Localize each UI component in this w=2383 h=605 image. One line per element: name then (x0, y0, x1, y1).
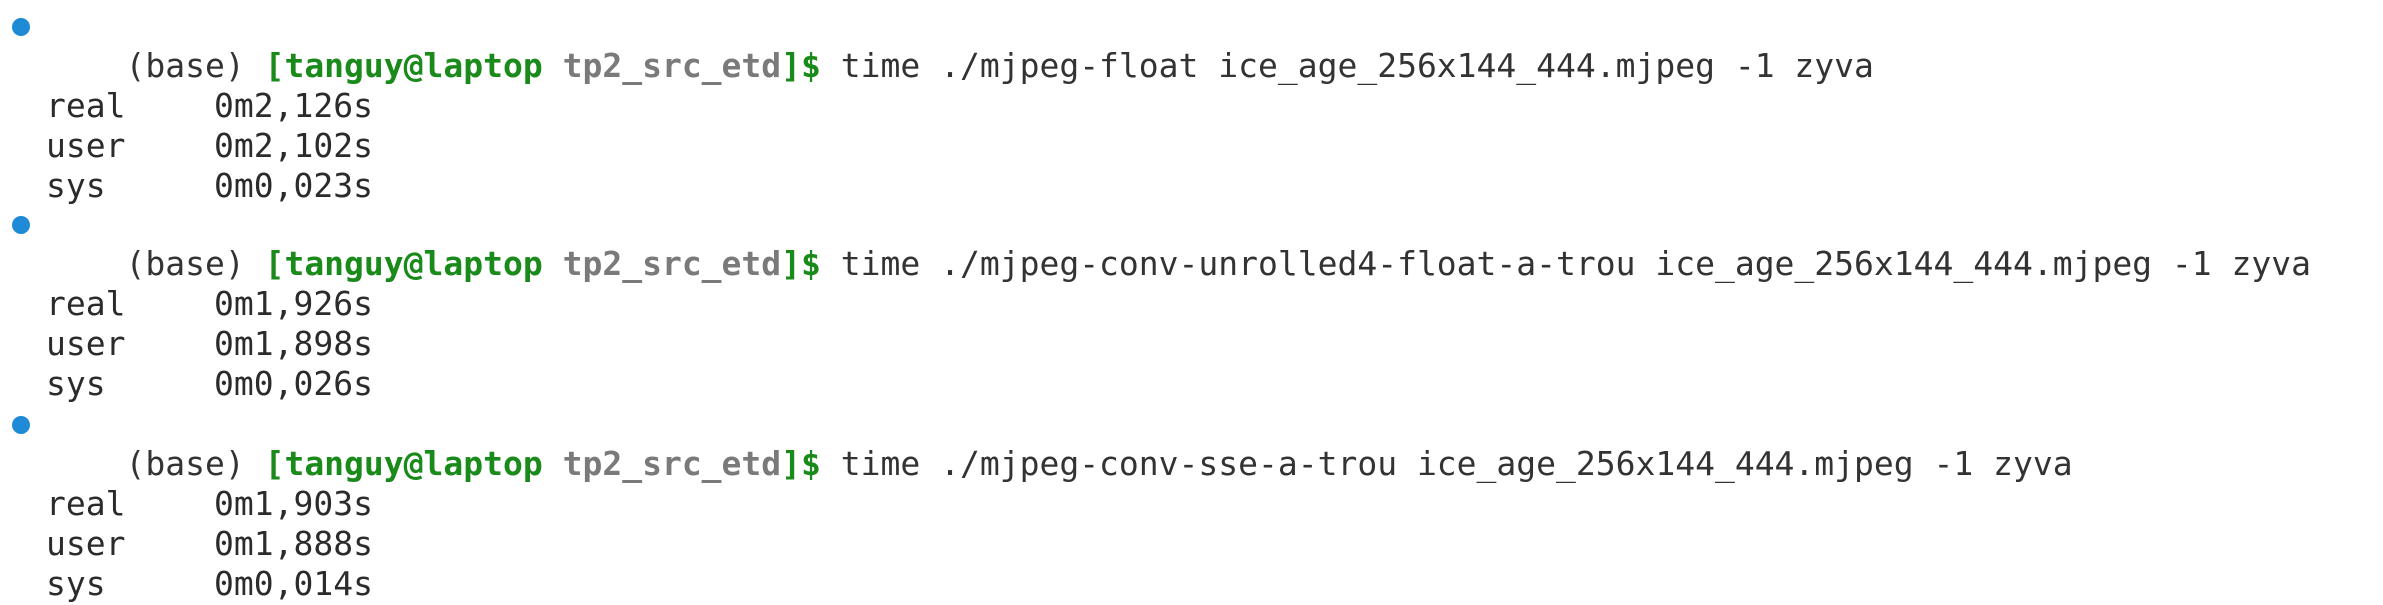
timing-value: 0m0,026s (214, 364, 373, 403)
timing-value: 0m2,102s (214, 126, 373, 165)
command-prompt-line: (base) [tanguy@laptop tp2_src_etd]$ time… (0, 204, 2311, 283)
command-status-dot-icon[interactable] (12, 416, 30, 434)
timing-label: sys (46, 364, 106, 403)
user-host: [tanguy@laptop (264, 244, 543, 283)
prompt-symbol: ]$ (781, 46, 821, 85)
timing-label: sys (46, 166, 106, 205)
timing-sys-line: sys 0m0,014s (0, 564, 373, 604)
timing-value: 0m0,014s (214, 564, 373, 603)
timing-real-line: real 0m1,926s (0, 284, 373, 324)
timing-label: user (46, 524, 126, 563)
command-prompt-line: (base) [tanguy@laptop tp2_src_etd]$ time… (0, 404, 2073, 483)
timing-value: 0m1,926s (214, 284, 373, 323)
command-status-dot-icon[interactable] (12, 216, 30, 234)
current-directory: tp2_src_etd (562, 244, 782, 283)
timing-real-line: real 0m2,126s (0, 86, 373, 126)
timing-value: 0m1,888s (214, 524, 373, 563)
timing-value: 0m0,023s (214, 166, 373, 205)
user-host: [tanguy@laptop (264, 444, 543, 483)
timing-value: 0m1,898s (214, 324, 373, 363)
current-directory: tp2_src_etd (562, 46, 782, 85)
terminal-output[interactable]: (base) [tanguy@laptop tp2_src_etd]$ time… (0, 0, 2383, 605)
prompt-symbol: ]$ (781, 244, 821, 283)
timing-user-line: user 0m2,102s (0, 126, 373, 166)
timing-user-line: user 0m1,888s (0, 524, 373, 564)
timing-value: 0m2,126s (214, 86, 373, 125)
current-directory: tp2_src_etd (562, 444, 782, 483)
user-host: [tanguy@laptop (264, 46, 543, 85)
timing-label: sys (46, 564, 106, 603)
timing-label: real (46, 484, 126, 523)
timing-value: 0m1,903s (214, 484, 373, 523)
conda-env-label: (base) (125, 244, 245, 283)
command-text: time ./mjpeg-conv-unrolled4-float-a-trou… (840, 244, 2311, 283)
timing-label: user (46, 126, 126, 165)
timing-label: real (46, 86, 126, 125)
timing-sys-line: sys 0m0,023s (0, 166, 373, 206)
conda-env-label: (base) (125, 46, 245, 85)
timing-real-line: real 0m1,903s (0, 484, 373, 524)
conda-env-label: (base) (125, 444, 245, 483)
timing-sys-line: sys 0m0,026s (0, 364, 373, 404)
command-prompt-line: (base) [tanguy@laptop tp2_src_etd]$ time… (0, 6, 1874, 85)
timing-label: user (46, 324, 126, 363)
timing-label: real (46, 284, 126, 323)
timing-user-line: user 0m1,898s (0, 324, 373, 364)
command-text: time ./mjpeg-conv-sse-a-trou ice_age_256… (840, 444, 2073, 483)
command-text: time ./mjpeg-float ice_age_256x144_444.m… (840, 46, 1874, 85)
command-status-dot-icon[interactable] (12, 18, 30, 36)
prompt-symbol: ]$ (781, 444, 821, 483)
